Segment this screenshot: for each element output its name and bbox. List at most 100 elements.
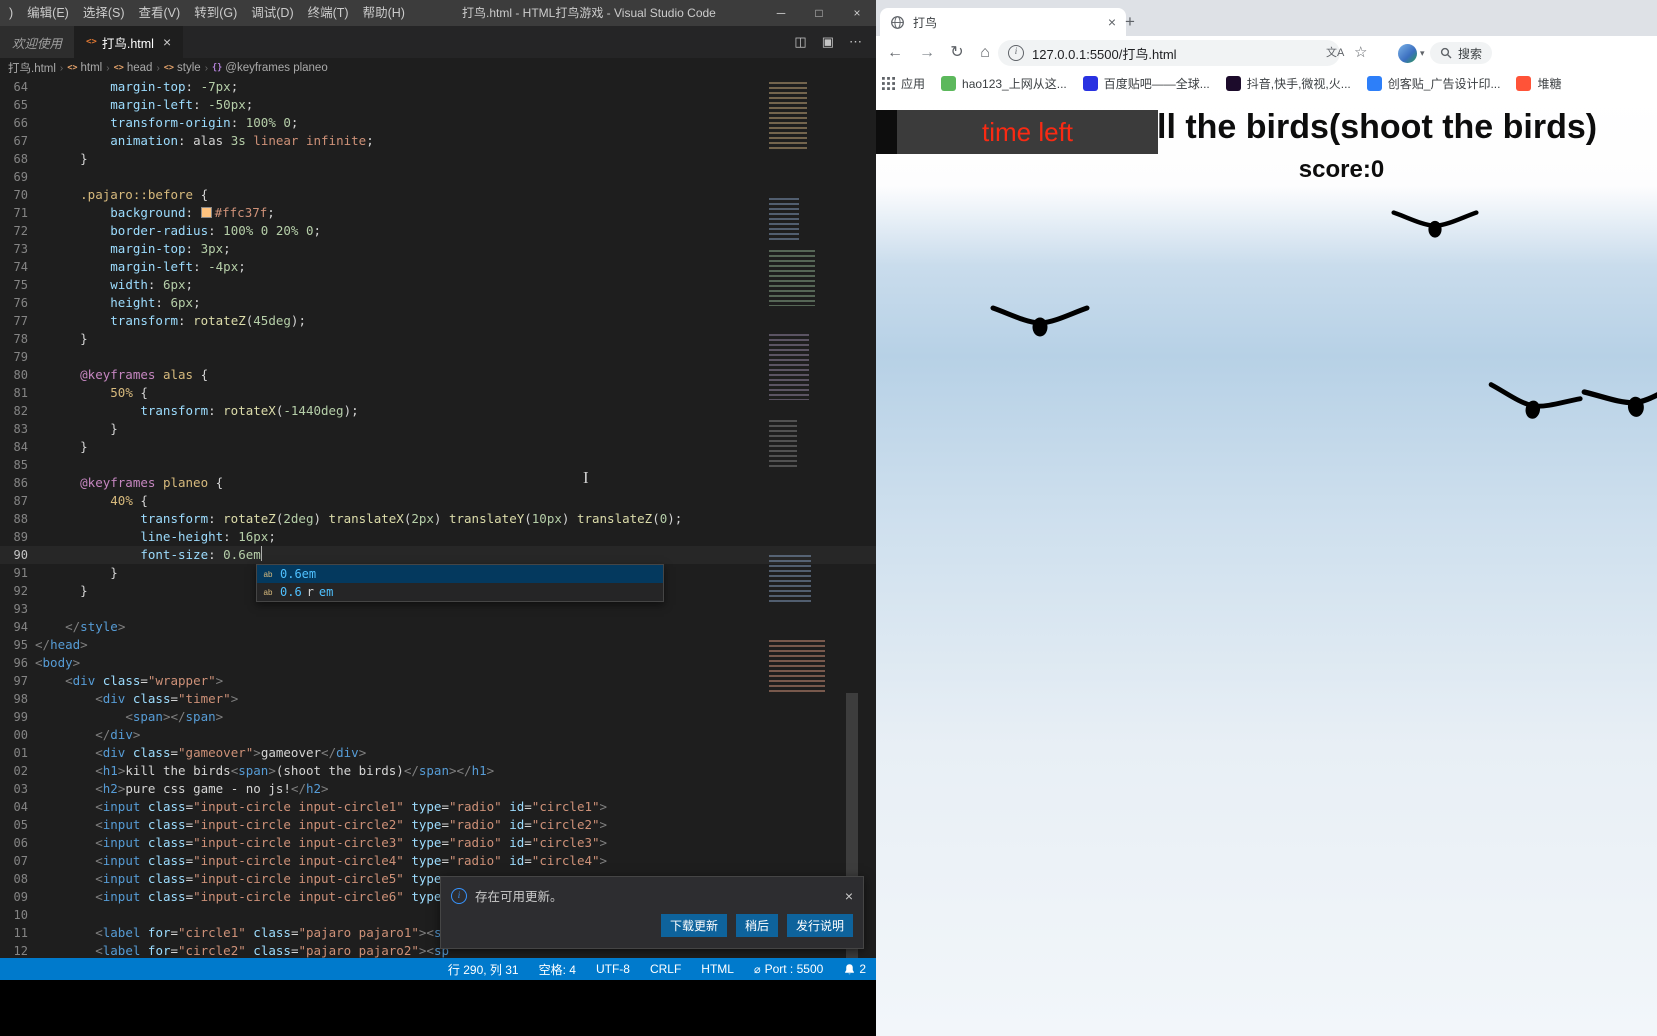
menu-item[interactable]: ) bbox=[2, 0, 20, 26]
code-line[interactable]: 06 <input class="input-circle input-circ… bbox=[0, 834, 876, 852]
code-line[interactable]: 65 margin-left: -50px; bbox=[0, 96, 876, 114]
code-line[interactable]: 07 <input class="input-circle input-circ… bbox=[0, 852, 876, 870]
maximize-button[interactable]: □ bbox=[800, 0, 838, 26]
code-line[interactable]: 80 @keyframes alas { bbox=[0, 366, 876, 384]
layout-icon[interactable]: ▣ bbox=[822, 34, 834, 50]
tab-welcome[interactable]: 欢迎使用 bbox=[0, 26, 75, 58]
menu-item[interactable]: 选择(S) bbox=[76, 0, 132, 26]
bookmark-item[interactable]: 抖音,快手,微视,火... bbox=[1225, 75, 1351, 92]
search-widget[interactable]: 搜索 bbox=[1430, 42, 1493, 64]
breadcrumb-item[interactable]: {} @keyframes planeo bbox=[212, 62, 328, 74]
bird[interactable] bbox=[1580, 369, 1657, 429]
code-line[interactable]: 97 <div class="wrapper"> bbox=[0, 672, 876, 690]
code-line[interactable]: 95 </head> bbox=[0, 636, 876, 654]
autocomplete-item[interactable]: ab 0.6em bbox=[257, 565, 663, 583]
status-item[interactable]: CRLF bbox=[650, 962, 681, 976]
code-line[interactable]: 76 height: 6px; bbox=[0, 294, 876, 312]
code-line[interactable]: 94 </style> bbox=[0, 618, 876, 636]
code-line[interactable]: 03 <h2>pure css game - no js!</h2> bbox=[0, 780, 876, 798]
apps-shortcut[interactable]: 应用 bbox=[882, 75, 925, 92]
code-line[interactable]: 78 } bbox=[0, 330, 876, 348]
menu-item[interactable]: 转到(G) bbox=[187, 0, 244, 26]
notification-button[interactable]: 稍后 bbox=[735, 914, 778, 937]
code-line[interactable]: 82 transform: rotateX(-1440deg); bbox=[0, 402, 876, 420]
close-tab-icon[interactable]: × bbox=[163, 34, 171, 50]
code-line[interactable]: 02 <h1>kill the birds<span>(shoot the bi… bbox=[0, 762, 876, 780]
code-line[interactable]: 99 <span></span> bbox=[0, 708, 876, 726]
notifications-bell[interactable]: 2 bbox=[843, 962, 866, 976]
code-line[interactable]: 86 @keyframes planeo { bbox=[0, 474, 876, 492]
minimap[interactable] bbox=[765, 78, 845, 698]
code-line[interactable]: 81 50% { bbox=[0, 384, 876, 402]
translate-icon[interactable]: 文A bbox=[1326, 36, 1344, 70]
code-line[interactable]: 79 bbox=[0, 348, 876, 366]
menu-item[interactable]: 帮助(H) bbox=[356, 0, 412, 26]
code-line[interactable]: 71 background: #ffc37f; bbox=[0, 204, 876, 222]
bookmark-star-icon[interactable]: ☆ bbox=[1354, 36, 1367, 70]
menu-item[interactable]: 查看(V) bbox=[132, 0, 188, 26]
code-line[interactable]: 88 transform: rotateZ(2deg) translateX(2… bbox=[0, 510, 876, 528]
code-line[interactable]: 70 .pajaro::before { bbox=[0, 186, 876, 204]
site-info-icon[interactable]: i bbox=[1008, 45, 1024, 61]
code-line[interactable]: 87 40% { bbox=[0, 492, 876, 510]
split-editor-icon[interactable]: ◫ bbox=[794, 34, 806, 50]
close-button[interactable]: × bbox=[838, 0, 876, 26]
bookmark-item[interactable]: hao123_上网从这... bbox=[941, 75, 1067, 92]
code-line[interactable]: 01 <div class="gameover">gameover</div> bbox=[0, 744, 876, 762]
breadcrumb-item[interactable]: <> style bbox=[164, 62, 201, 74]
back-button[interactable]: ← bbox=[882, 36, 908, 70]
bird[interactable] bbox=[1483, 373, 1585, 432]
code-line[interactable]: 77 transform: rotateZ(45deg); bbox=[0, 312, 876, 330]
status-item[interactable]: 行 290, 列 31 bbox=[448, 961, 519, 978]
code-line[interactable]: 98 <div class="timer"> bbox=[0, 690, 876, 708]
code-line[interactable]: 75 width: 6px; bbox=[0, 276, 876, 294]
bookmark-item[interactable]: 百度贴吧——全球... bbox=[1082, 75, 1210, 92]
avatar-dropdown-icon[interactable]: ▾ bbox=[1420, 36, 1425, 70]
new-tab-button[interactable]: + bbox=[1118, 10, 1142, 34]
address-bar[interactable]: i 127.0.0.1:5500/打鸟.html bbox=[998, 40, 1340, 66]
code-line[interactable]: 93 bbox=[0, 600, 876, 618]
code-line[interactable]: 89 line-height: 16px; bbox=[0, 528, 876, 546]
notification-close-icon[interactable]: × bbox=[845, 888, 853, 904]
status-item[interactable]: HTML bbox=[701, 962, 734, 976]
status-item[interactable]: 空格: 4 bbox=[539, 961, 576, 978]
notification-button[interactable]: 下载更新 bbox=[660, 914, 727, 937]
refresh-button[interactable]: ↻ bbox=[944, 36, 970, 70]
forward-button[interactable]: → bbox=[914, 36, 940, 70]
code-line[interactable]: 85 bbox=[0, 456, 876, 474]
bookmark-item[interactable]: 创客贴_广告设计印... bbox=[1366, 75, 1500, 92]
browser-tab[interactable]: 打鸟 × bbox=[880, 8, 1126, 36]
code-line[interactable]: 83 } bbox=[0, 420, 876, 438]
code-line[interactable]: 00 </div> bbox=[0, 726, 876, 744]
autocomplete-item[interactable]: ab 0.6 r em bbox=[257, 583, 663, 601]
minimize-button[interactable]: ─ bbox=[762, 0, 800, 26]
code-line[interactable]: 73 margin-top: 3px; bbox=[0, 240, 876, 258]
home-button[interactable]: ⌂ bbox=[972, 36, 998, 70]
code-line[interactable]: 72 border-radius: 100% 0 20% 0; bbox=[0, 222, 876, 240]
code-line[interactable]: 90 font-size: 0.6em bbox=[0, 546, 876, 564]
tab-file[interactable]: <> 打鸟.html × bbox=[74, 26, 184, 58]
code-editor[interactable]: 64 margin-top: -7px; 65 margin-left: -50p… bbox=[0, 78, 876, 958]
code-line[interactable]: 84 } bbox=[0, 438, 876, 456]
code-line[interactable]: 96 <body> bbox=[0, 654, 876, 672]
profile-avatar[interactable] bbox=[1398, 44, 1417, 63]
code-line[interactable]: 04 <input class="input-circle input-circ… bbox=[0, 798, 876, 816]
bird[interactable] bbox=[1391, 202, 1479, 242]
code-line[interactable]: 68 } bbox=[0, 150, 876, 168]
breadcrumb-item[interactable]: 打鸟.html bbox=[8, 60, 56, 76]
bird[interactable] bbox=[990, 296, 1090, 342]
status-item[interactable]: UTF-8 bbox=[596, 962, 630, 976]
code-line[interactable]: 69 bbox=[0, 168, 876, 186]
menu-item[interactable]: 终端(T) bbox=[301, 0, 356, 26]
close-tab-icon[interactable]: × bbox=[1108, 14, 1116, 30]
breadcrumb-item[interactable]: <> html bbox=[67, 62, 102, 74]
code-line[interactable]: 74 margin-left: -4px; bbox=[0, 258, 876, 276]
bookmark-item[interactable]: 堆糖 bbox=[1516, 75, 1561, 92]
code-line[interactable]: 66 transform-origin: 100% 0; bbox=[0, 114, 876, 132]
more-actions-icon[interactable]: ⋯ bbox=[849, 34, 862, 50]
code-line[interactable]: 67 animation: alas 3s linear infinite; bbox=[0, 132, 876, 150]
code-line[interactable]: 64 margin-top: -7px; bbox=[0, 78, 876, 96]
code-line[interactable]: 05 <input class="input-circle input-circ… bbox=[0, 816, 876, 834]
breadcrumb-item[interactable]: <> head bbox=[114, 62, 153, 74]
notification-button[interactable]: 发行说明 bbox=[786, 914, 853, 937]
